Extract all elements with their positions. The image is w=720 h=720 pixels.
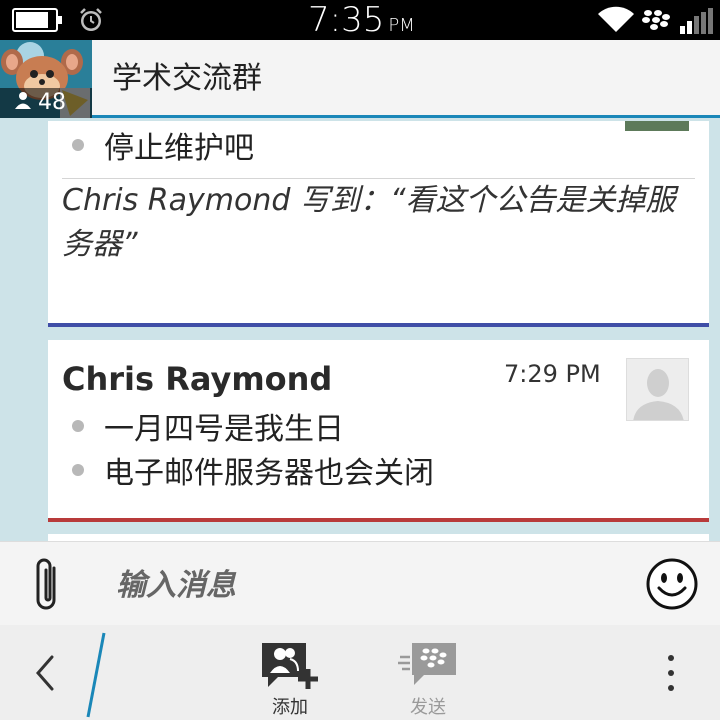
clock-ampm: PM (388, 15, 415, 36)
message-text: 电子邮件服务器也会关闭 (104, 456, 434, 491)
status-bar: 7:35 PM (0, 0, 720, 40)
message-time: 7:29 PM (504, 360, 601, 388)
message-text: 停止维护吧 (104, 131, 254, 166)
add-contact-icon (262, 643, 318, 689)
signal-icon (680, 8, 713, 34)
battery-fill (16, 12, 49, 28)
message-card: 停止维护吧 Chris Raymond 写到：“看这个公告是关掉服务器” (48, 121, 709, 327)
alarm-icon (80, 8, 102, 31)
message-card: Chris Raymond 7:29 PM 一月四号是我生日 电子邮件服务器也会… (48, 340, 709, 522)
chat-header: 48 学术交流群 (0, 40, 720, 118)
bullet-icon (72, 464, 84, 476)
sender-name: Chris Raymond (62, 360, 333, 398)
send-label: 发送 (410, 697, 446, 718)
bbm-send-icon (398, 643, 456, 685)
composer-bar (0, 541, 720, 625)
member-count-badge: 48 (0, 88, 92, 118)
back-divider (86, 632, 106, 718)
add-contact-button[interactable]: 添加 (250, 639, 330, 719)
add-label: 添加 (272, 697, 308, 718)
battery-icon (12, 8, 62, 32)
status-clock: 7:35 PM (308, 0, 415, 40)
message-input[interactable] (116, 560, 616, 610)
paperclip-icon[interactable] (30, 554, 66, 616)
back-arrow-icon[interactable] (30, 649, 60, 697)
message-list[interactable]: 停止维护吧 Chris Raymond 写到：“看这个公告是关掉服务器” Chr… (0, 121, 720, 541)
person-icon (14, 88, 32, 118)
group-avatar[interactable]: 48 (0, 40, 92, 118)
more-options-icon[interactable] (660, 653, 682, 693)
group-title: 学术交流群 (112, 61, 262, 96)
list-item: 停止维护吧 (72, 123, 254, 167)
message-text: 一月四号是我生日 (104, 412, 344, 447)
quoted-reply: Chris Raymond 写到：“看这个公告是关掉服务器” (62, 183, 676, 262)
smiley-icon[interactable] (646, 558, 698, 610)
clock-time: 7:35 (308, 0, 385, 40)
message-card (48, 534, 709, 541)
list-item: 一月四号是我生日 (72, 404, 344, 448)
blackberry-icon (642, 10, 670, 30)
action-bar: 添加 发送 (0, 625, 720, 720)
contact-avatar (625, 121, 689, 131)
send-button[interactable]: 发送 (388, 639, 468, 719)
list-item: 电子邮件服务器也会关闭 (72, 448, 434, 492)
contact-avatar[interactable] (626, 358, 689, 421)
wifi-icon (598, 6, 634, 33)
person-silhouette-icon (627, 359, 688, 420)
member-count: 48 (38, 90, 66, 115)
bullet-icon (72, 420, 84, 432)
bullet-icon (72, 139, 84, 151)
